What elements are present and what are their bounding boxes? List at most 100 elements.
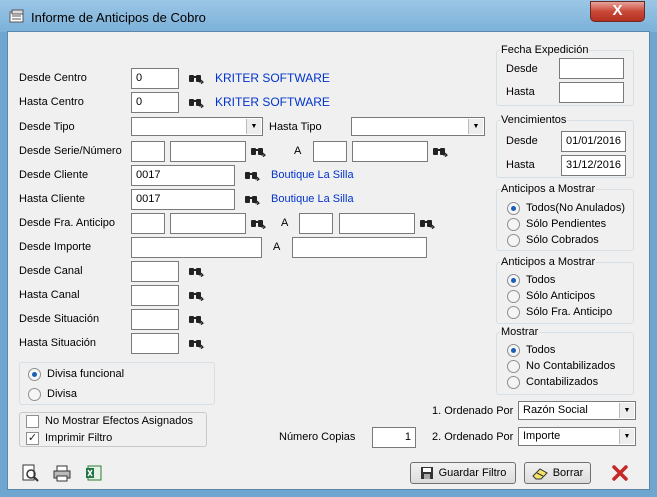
desde-fra-serie-input[interactable] [131, 213, 165, 234]
desde-situacion-label: Desde Situación [19, 313, 100, 325]
options-checks: No Mostrar Efectos Asignados ✓ Imprimir … [19, 412, 207, 447]
solo-fra-anticipo-radio[interactable] [507, 306, 520, 319]
mostrar-title: Mostrar [500, 326, 540, 338]
print-preview-icon[interactable] [21, 464, 39, 482]
fecha-expedicion-group: Fecha Expedición Desde Hasta [496, 44, 634, 106]
importe-a-label: A [273, 241, 281, 253]
guardar-filtro-button[interactable]: Guardar Filtro [410, 462, 516, 484]
hasta-centro-input[interactable]: 0 [131, 92, 179, 113]
binoculars-icon[interactable] [188, 95, 204, 108]
chevron-down-icon[interactable]: ▼ [619, 429, 634, 444]
todos-no-anulados-label: Todos(No Anulados) [526, 202, 626, 214]
binoculars-icon[interactable] [244, 168, 260, 181]
desde-cliente-link[interactable]: Boutique La Silla [271, 169, 354, 181]
desde-serie-label: Desde Serie/Número [19, 145, 122, 157]
binoculars-icon[interactable] [244, 192, 260, 205]
window-close-button[interactable]: X [590, 1, 645, 22]
report-window: Informe de Anticipos de Cobro X Desde Ce… [0, 0, 657, 497]
solo-cobrados-radio[interactable] [507, 234, 520, 247]
desde-cliente-input[interactable]: 0017 [131, 165, 235, 186]
solo-anticipos-radio[interactable] [507, 290, 520, 303]
desde-serie-input[interactable] [131, 141, 165, 162]
hasta-fra-numero-input[interactable] [339, 213, 415, 234]
hasta-cliente-link[interactable]: Boutique La Silla [271, 193, 354, 205]
anticipos-mostrar-group-2: Anticipos a Mostrar Todos Sólo Anticipos… [496, 256, 634, 324]
desde-importe-input[interactable] [131, 237, 262, 258]
solo-anticipos-label: Sólo Anticipos [526, 290, 596, 302]
anticipos-mostrar-group-1: Anticipos a Mostrar Todos(No Anulados) S… [496, 183, 634, 251]
printer-icon[interactable] [53, 464, 71, 482]
fecha-exp-hasta-label: Hasta [506, 86, 535, 98]
binoculars-icon[interactable] [250, 144, 266, 157]
serie-a-label: A [294, 145, 302, 157]
hasta-canal-input[interactable] [131, 285, 179, 306]
hasta-centro-link[interactable]: KRITER SOFTWARE [215, 95, 330, 109]
no-contabilizados-radio[interactable] [507, 360, 520, 373]
todos-no-anulados-radio[interactable] [507, 202, 520, 215]
imprimir-filtro-checkbox[interactable]: ✓ [26, 432, 39, 445]
vencimientos-title: Vencimientos [500, 114, 568, 126]
binoculars-icon[interactable] [188, 312, 204, 325]
hasta-canal-label: Hasta Canal [19, 289, 80, 301]
no-mostrar-efectos-checkbox[interactable] [26, 415, 39, 428]
fecha-exp-desde-input[interactable] [559, 58, 624, 79]
venc-desde-label: Desde [506, 135, 538, 147]
solo-pendientes-radio[interactable] [507, 218, 520, 231]
hasta-fra-serie-input[interactable] [299, 213, 333, 234]
fecha-exp-hasta-input[interactable] [559, 82, 624, 103]
desde-canal-input[interactable] [131, 261, 179, 282]
contabilizados-radio[interactable] [507, 376, 520, 389]
desde-fra-numero-input[interactable] [170, 213, 246, 234]
ordenado-2-select[interactable]: Importe ▼ [518, 427, 636, 446]
anticipos-mostrar-title-1: Anticipos a Mostrar [500, 183, 597, 195]
binoculars-icon[interactable] [250, 216, 266, 229]
hasta-serie-input[interactable] [313, 141, 347, 162]
floppy-disk-icon [420, 467, 433, 479]
chevron-down-icon[interactable]: ▼ [619, 403, 634, 418]
hasta-situacion-input[interactable] [131, 333, 179, 354]
hasta-situacion-label: Hasta Situación [19, 337, 97, 349]
chevron-down-icon[interactable]: ▼ [246, 119, 261, 134]
hasta-importe-input[interactable] [292, 237, 427, 258]
desde-situacion-input[interactable] [131, 309, 179, 330]
numero-copias-input[interactable]: 1 [372, 427, 416, 448]
borrar-label: Borrar [552, 467, 584, 479]
hasta-numero-input[interactable] [352, 141, 428, 162]
desde-tipo-select[interactable]: ▼ [131, 117, 263, 136]
eraser-icon [532, 468, 548, 480]
desde-centro-link[interactable]: KRITER SOFTWARE [215, 71, 330, 85]
binoculars-icon[interactable] [188, 71, 204, 84]
hasta-tipo-select[interactable]: ▼ [351, 117, 485, 136]
mostrar-todos-label: Todos [526, 344, 556, 356]
mostrar-todos-radio[interactable] [507, 344, 520, 357]
venc-hasta-input[interactable]: 31/12/2016 [561, 155, 626, 176]
solo-pendientes-label: Sólo Pendientes [526, 218, 607, 230]
binoculars-icon[interactable] [188, 288, 204, 301]
binoculars-icon[interactable] [188, 336, 204, 349]
divisa-funcional-radio[interactable] [28, 368, 41, 381]
chevron-down-icon[interactable]: ▼ [468, 119, 483, 134]
desde-numero-input[interactable] [170, 141, 246, 162]
ordenado-1-select[interactable]: Razón Social ▼ [518, 401, 636, 420]
no-mostrar-efectos-label: No Mostrar Efectos Asignados [45, 415, 193, 427]
hasta-cliente-input[interactable]: 0017 [131, 189, 235, 210]
desde-centro-label: Desde Centro [19, 72, 87, 84]
divisa-radio[interactable] [28, 388, 41, 401]
binoculars-icon[interactable] [419, 216, 435, 229]
desde-cliente-label: Desde Cliente [19, 169, 89, 181]
divisa-label: Divisa [47, 388, 77, 400]
close-icon[interactable] [611, 464, 629, 482]
fecha-exp-desde-label: Desde [506, 63, 538, 75]
binoculars-icon[interactable] [188, 264, 204, 277]
ordenado-1-label: 1. Ordenado Por [432, 405, 514, 417]
excel-export-icon[interactable] [85, 464, 103, 482]
desde-canal-label: Desde Canal [19, 265, 83, 277]
todos-anticipos-radio[interactable] [507, 274, 520, 287]
binoculars-icon[interactable] [432, 144, 448, 157]
report-window-icon [9, 9, 24, 23]
venc-desde-input[interactable]: 01/01/2016 [561, 131, 626, 152]
fra-a-label: A [281, 217, 289, 229]
desde-centro-input[interactable]: 0 [131, 68, 179, 89]
no-contabilizados-label: No Contabilizados [526, 360, 616, 372]
borrar-button[interactable]: Borrar [524, 462, 591, 484]
